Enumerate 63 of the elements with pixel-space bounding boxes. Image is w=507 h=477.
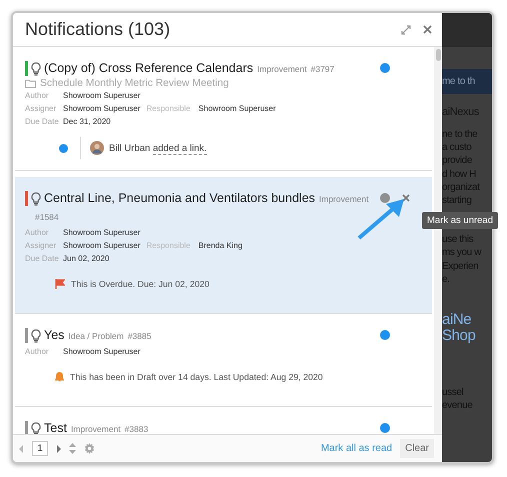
item-type: Improvement bbox=[257, 63, 307, 76]
folder-icon bbox=[25, 79, 36, 88]
page-header-bar bbox=[442, 13, 492, 47]
lightbulb-icon bbox=[31, 62, 41, 76]
field-value: Showroom Superuser bbox=[63, 347, 140, 356]
lightbulb-icon bbox=[31, 422, 41, 434]
item-number: #3883 bbox=[124, 423, 148, 434]
page-banner: me to th bbox=[442, 69, 492, 94]
close-icon[interactable] bbox=[423, 25, 432, 34]
tooltip: Mark as unread bbox=[422, 212, 498, 229]
page-field[interactable]: 1 bbox=[32, 441, 48, 456]
field-label: Assigner bbox=[25, 104, 58, 113]
lightbulb-icon bbox=[31, 192, 41, 206]
item-type: Improvement bbox=[319, 193, 369, 206]
page-text: Shop bbox=[442, 328, 476, 344]
notification-title: (Copy of) Cross Reference Calendars bbox=[44, 60, 254, 77]
item-number: #3885 bbox=[128, 330, 152, 343]
field-value: Showroom Superuser bbox=[63, 228, 140, 237]
field-value: Showroom Superuser bbox=[63, 241, 140, 250]
close-icon[interactable] bbox=[402, 194, 410, 202]
activity-text: Bill Urban added a link. bbox=[109, 142, 207, 154]
bell-icon bbox=[55, 372, 64, 382]
notification-item[interactable]: Yes Idea / Problem #3885 Author Showroom Superuser This has been in Draft over 14 days. Last Updated: Aug 29, 2020 bbox=[15, 314, 432, 407]
clear-button[interactable]: Clear bbox=[400, 439, 434, 458]
notification-title: Central Line, Pneumonia and Ventilators bundles bbox=[44, 190, 316, 207]
settings-icon[interactable] bbox=[84, 443, 95, 454]
field-value: Showroom Superuser bbox=[198, 104, 276, 113]
field-value: Brenda King bbox=[198, 241, 242, 250]
next-page-icon[interactable] bbox=[56, 444, 61, 452]
field-value: Jun 02, 2020 bbox=[63, 254, 110, 263]
item-number: #3797 bbox=[310, 63, 334, 76]
flag-icon bbox=[55, 279, 65, 289]
field-label: Responsible bbox=[146, 241, 190, 250]
field-label: Author bbox=[25, 91, 50, 100]
field-label: Due Date bbox=[25, 117, 60, 126]
item-number: #1584 bbox=[35, 211, 59, 224]
alert-text: This has been in Draft over 14 days. Last Updated: Aug 29, 2020 bbox=[70, 372, 323, 382]
field-label: Due Date bbox=[25, 254, 60, 263]
read-status-dot[interactable] bbox=[380, 193, 390, 203]
read-status-dot[interactable] bbox=[380, 423, 390, 433]
read-status-dot[interactable] bbox=[380, 63, 390, 73]
field-label: Author bbox=[25, 347, 50, 356]
field-value: Dec 31, 2020 bbox=[63, 117, 111, 126]
alert-text: This is Overdue. Due: Jun 02, 2020 bbox=[71, 279, 210, 289]
project-name: Schedule Monthly Metric Review Meeting bbox=[40, 78, 229, 89]
field-label: Responsible bbox=[146, 104, 190, 113]
item-type: Idea / Problem bbox=[68, 330, 124, 343]
item-type: Improvement bbox=[70, 423, 121, 434]
previous-page-icon[interactable] bbox=[19, 444, 24, 452]
notification-title: Test bbox=[44, 420, 67, 434]
sort-icon[interactable] bbox=[69, 443, 76, 454]
notification-title: Yes bbox=[44, 327, 64, 344]
lightbulb-icon bbox=[31, 328, 41, 342]
read-status-dot[interactable] bbox=[380, 330, 390, 340]
field-value: Showroom Superuser bbox=[63, 91, 140, 100]
field-label: Author bbox=[25, 228, 50, 237]
field-value: Showroom Superuser bbox=[63, 104, 140, 113]
avatar-icon bbox=[90, 141, 104, 155]
panel-title: Notifications (103) bbox=[25, 19, 172, 40]
field-label: Assigner bbox=[25, 241, 58, 250]
expand-icon[interactable] bbox=[401, 24, 411, 34]
activity-link[interactable]: added a link. bbox=[152, 142, 207, 154]
page-text: aiNe bbox=[442, 312, 472, 328]
